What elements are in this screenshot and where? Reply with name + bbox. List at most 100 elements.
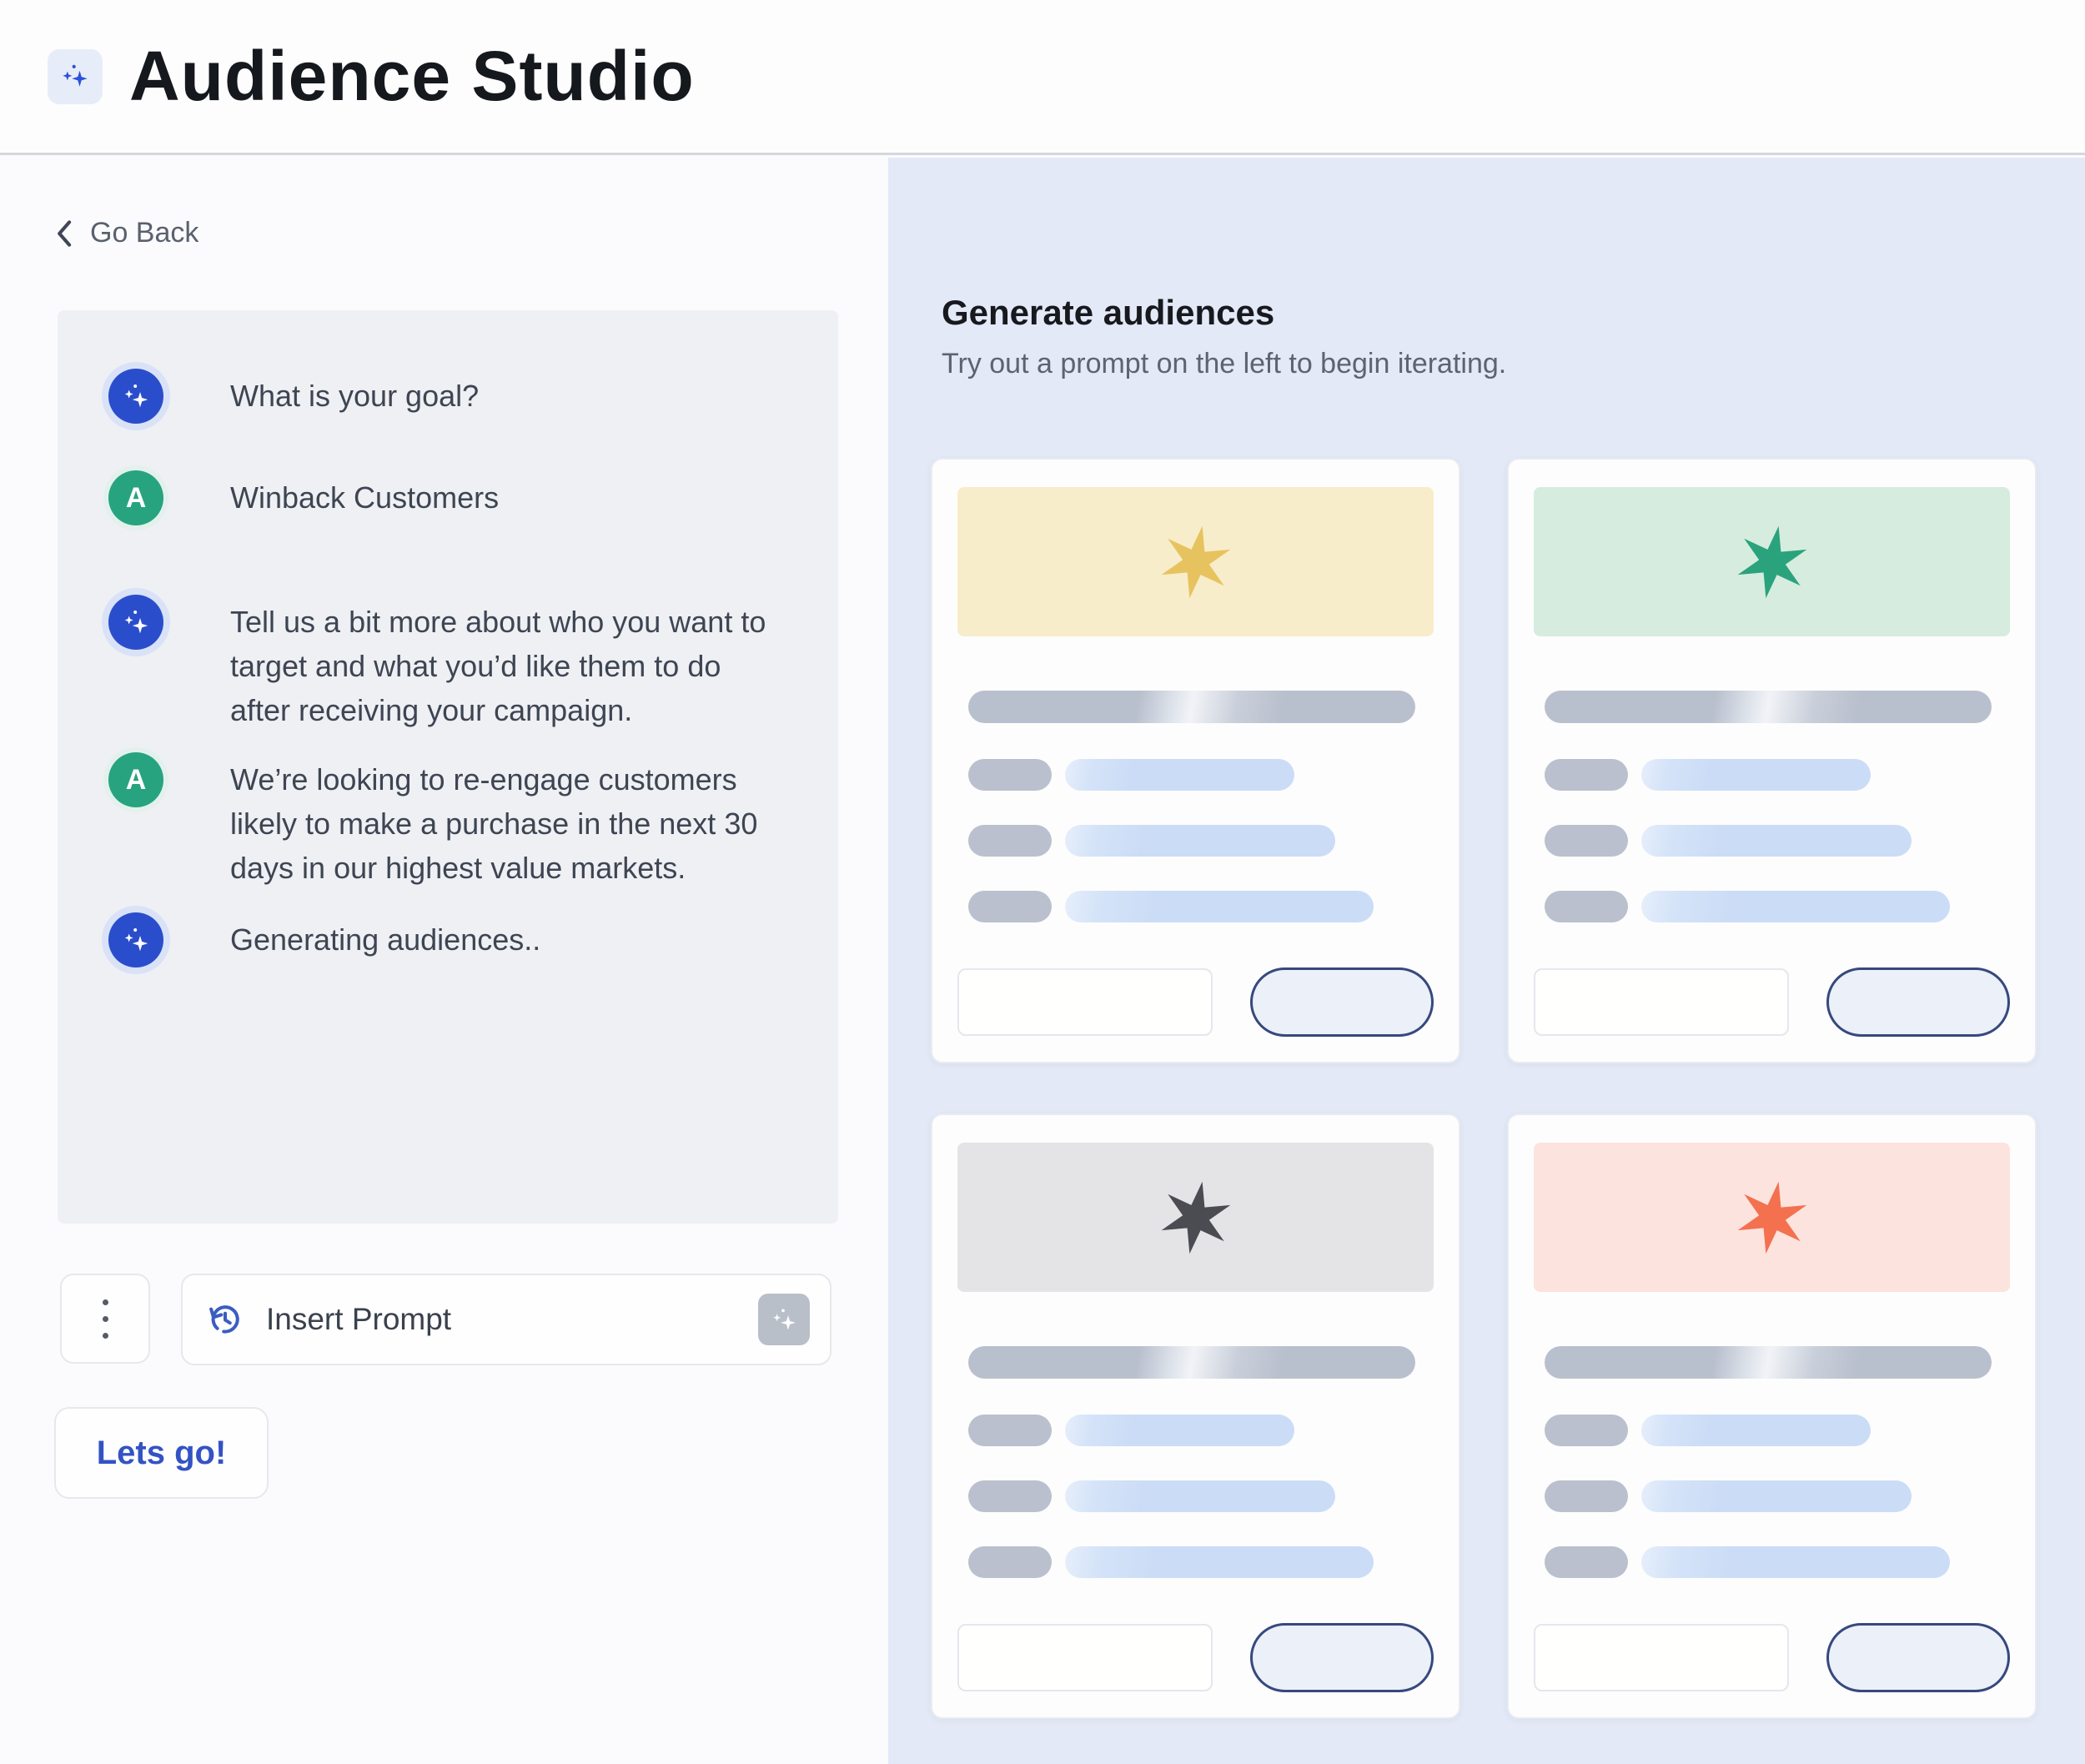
skeleton-value-pill [1641, 1415, 1871, 1446]
skeleton-row [1545, 1546, 2010, 1578]
skeleton-row [1545, 1415, 2010, 1446]
message-text: We’re looking to re-engage customers lik… [230, 757, 781, 890]
chat-message-user: A We’re looking to re-engage customers l… [108, 752, 805, 890]
skeleton-label-pill [1545, 1480, 1628, 1512]
lets-go-button[interactable]: Lets go! [54, 1407, 269, 1499]
skeleton-row [968, 759, 1434, 791]
card-footer [1534, 1623, 2010, 1692]
skeleton-label-pill [1545, 891, 1628, 922]
generate-audiences-panel: Generate audiences Try out a prompt on t… [888, 158, 2085, 1764]
skeleton-row [968, 825, 1434, 857]
app-header: Audience Studio [0, 0, 2085, 155]
skeleton-value-pill [1641, 1546, 1950, 1578]
skeleton-label-pill [968, 759, 1052, 791]
skeleton-value-pill [1641, 891, 1950, 922]
card-input-placeholder[interactable] [957, 968, 1213, 1036]
audience-star-icon [1736, 1181, 1809, 1254]
chat-transcript: What is your goal? A Winback Customers [58, 310, 838, 1224]
skeleton-label-pill [1545, 825, 1628, 857]
card-input-placeholder[interactable] [957, 1624, 1213, 1691]
assistant-sparkles-avatar [108, 595, 163, 650]
skeleton-title-bar [968, 1346, 1415, 1379]
skeleton-row [1545, 1480, 2010, 1512]
main-split: Go Back What is your goal? A Winb [0, 158, 2085, 1764]
insert-prompt-placeholder: Insert Prompt [266, 1302, 736, 1337]
page-title: Audience Studio [129, 36, 695, 117]
audience-star-icon [1159, 525, 1233, 599]
options-menu-button[interactable] [60, 1274, 150, 1364]
audience-card [1507, 458, 2037, 1063]
kebab-menu-icon [103, 1299, 108, 1339]
skeleton-label-pill [1545, 1546, 1628, 1578]
assistant-sparkles-avatar [108, 369, 163, 424]
skeleton-row [1545, 825, 2010, 857]
skeleton-value-pill [1065, 1546, 1374, 1578]
skeleton-value-pill [1065, 825, 1335, 857]
audience-banner [957, 1143, 1434, 1292]
skeleton-label-pill [968, 1480, 1052, 1512]
message-text: Generating audiences.. [230, 917, 540, 962]
chat-panel: Go Back What is your goal? A Winb [0, 158, 888, 1764]
skeleton-title-bar [1545, 691, 1992, 723]
skeleton-row [1545, 759, 2010, 791]
audience-studio-app: Audience Studio Go Back [0, 0, 2085, 1764]
skeleton-row [968, 1480, 1434, 1512]
insert-prompt-input[interactable]: Insert Prompt [181, 1274, 831, 1365]
audience-card [931, 458, 1460, 1063]
message-text: Tell us a bit more about who you want to… [230, 600, 781, 732]
section-subtitle: Try out a prompt on the left to begin it… [942, 348, 2085, 380]
user-avatar: A [108, 752, 163, 807]
skeleton-value-pill [1065, 759, 1294, 791]
assistant-sparkles-avatar [108, 912, 163, 967]
skeleton-value-pill [1641, 825, 1912, 857]
audience-banner [1534, 487, 2010, 636]
card-footer [957, 967, 1434, 1037]
skeleton-label-pill [968, 825, 1052, 857]
skeleton-label-pill [1545, 759, 1628, 791]
audience-card-grid [931, 458, 2085, 1719]
skeleton-row [968, 1415, 1434, 1446]
audience-banner [957, 487, 1434, 636]
skeleton-row [1545, 891, 2010, 922]
sparkles-logo-icon [48, 49, 103, 104]
go-back-button[interactable]: Go Back [53, 217, 198, 249]
lets-go-label: Lets go! [97, 1435, 227, 1472]
skeleton-label-pill [968, 1415, 1052, 1446]
back-chevron-icon [53, 219, 77, 248]
card-footer [957, 1623, 1434, 1692]
audience-card [931, 1113, 1460, 1719]
audience-star-icon [1159, 1181, 1233, 1254]
chat-message-assistant: Generating audiences.. [108, 912, 805, 967]
skeleton-label-pill [1545, 1415, 1628, 1446]
card-action-button[interactable] [1826, 1623, 2010, 1692]
skeleton-row [968, 891, 1434, 922]
skeleton-label-pill [968, 1546, 1052, 1578]
skeleton-row [968, 1546, 1434, 1578]
message-text: Winback Customers [230, 475, 499, 520]
user-avatar: A [108, 470, 163, 525]
card-input-placeholder[interactable] [1534, 1624, 1789, 1691]
skeleton-value-pill [1065, 1480, 1335, 1512]
sparkles-tile-icon[interactable] [758, 1294, 810, 1345]
history-icon [206, 1300, 244, 1339]
skeleton-label-pill [968, 891, 1052, 922]
chat-message-assistant: What is your goal? [108, 369, 805, 424]
message-text: What is your goal? [230, 374, 479, 418]
card-action-button[interactable] [1250, 1623, 1434, 1692]
card-action-button[interactable] [1250, 967, 1434, 1037]
section-title: Generate audiences [942, 293, 2085, 333]
skeleton-value-pill [1065, 891, 1374, 922]
card-action-button[interactable] [1826, 967, 2010, 1037]
go-back-label: Go Back [90, 217, 198, 249]
audience-card [1507, 1113, 2037, 1719]
skeleton-value-pill [1065, 1415, 1294, 1446]
skeleton-value-pill [1641, 1480, 1912, 1512]
skeleton-value-pill [1641, 759, 1871, 791]
card-input-placeholder[interactable] [1534, 968, 1789, 1036]
card-footer [1534, 967, 2010, 1037]
audience-banner [1534, 1143, 2010, 1292]
skeleton-title-bar [968, 691, 1415, 723]
skeleton-title-bar [1545, 1346, 1992, 1379]
audience-star-icon [1736, 525, 1809, 599]
chat-message-assistant: Tell us a bit more about who you want to… [108, 595, 805, 732]
